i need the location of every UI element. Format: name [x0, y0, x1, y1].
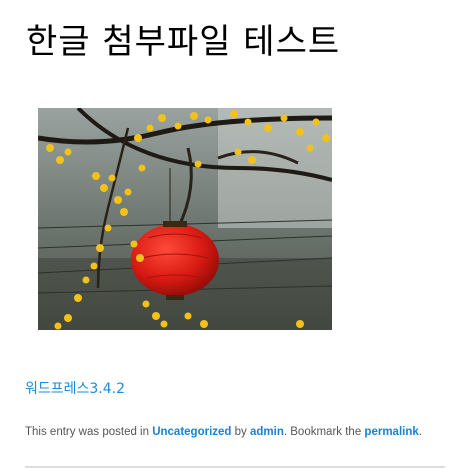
attachment-image[interactable]	[38, 108, 332, 330]
attachment-link[interactable]: 워드프레스3.4.2	[25, 378, 125, 398]
post-title: 한글 첨부파일 테스트	[26, 22, 341, 62]
meta-by: by	[231, 426, 250, 438]
author-link[interactable]: admin	[250, 426, 284, 438]
divider	[25, 466, 445, 468]
meta-prefix: This entry was posted in	[25, 426, 153, 438]
category-link[interactable]: Uncategorized	[152, 426, 231, 438]
permalink-link[interactable]: permalink	[364, 426, 418, 438]
meta-bookmark: . Bookmark the	[283, 426, 365, 438]
meta-suffix: .	[418, 426, 422, 438]
entry-meta: This entry was posted in Uncategorized b…	[25, 426, 422, 438]
